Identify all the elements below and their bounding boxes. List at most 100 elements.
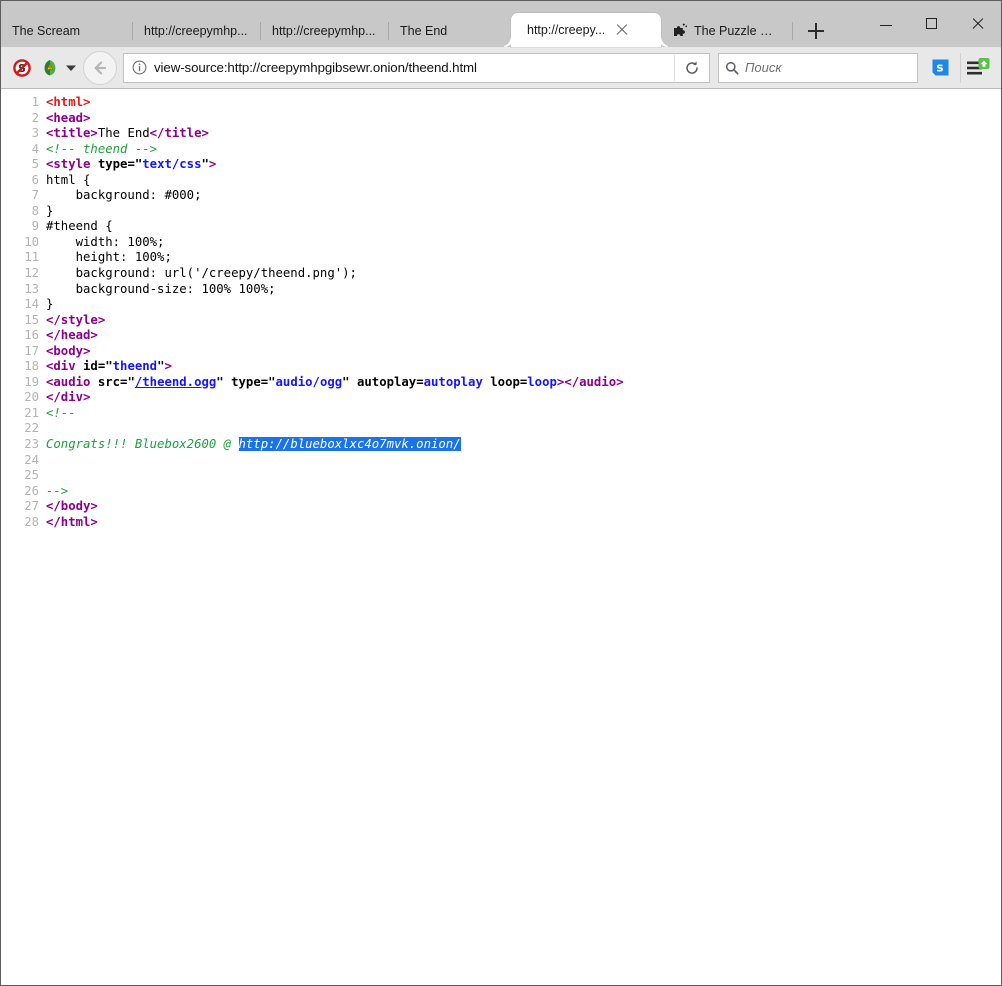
source-token: }	[46, 297, 53, 311]
source-line: 16</head>	[1, 328, 1001, 344]
close-icon[interactable]	[613, 21, 631, 39]
tab-strip: The Scream http://creepymhp... http://cr…	[1, 1, 1001, 47]
tab-creepy-1[interactable]: http://creepymhp...	[133, 15, 261, 47]
source-token: </style>	[46, 313, 105, 327]
tab-label: http://creepymhp...	[144, 24, 248, 38]
source-line: 21<!--	[1, 406, 1001, 422]
url-text[interactable]: view-source:http://creepymhpgibsewr.onio…	[154, 60, 674, 75]
line-number: 2	[1, 111, 46, 127]
source-token: </audio>	[564, 375, 623, 389]
source-token: type=	[98, 157, 135, 171]
source-token	[90, 157, 97, 171]
source-token: type="	[231, 375, 275, 389]
source-line: 5<style type="text/css">	[1, 157, 1001, 173]
source-token: "	[105, 359, 112, 373]
tab-label: The Puzzle Ma...	[694, 24, 782, 38]
search-bar[interactable]: Поиск	[718, 53, 918, 83]
source-line: 11 height: 100%;	[1, 250, 1001, 266]
source-token: theend	[113, 359, 157, 373]
line-number: 15	[1, 313, 46, 329]
source-token: background: url('/creepy/theend.png');	[46, 266, 357, 280]
line-number: 11	[1, 250, 46, 266]
line-number: 9	[1, 219, 46, 235]
source-token: >	[209, 157, 216, 171]
tab-the-end[interactable]: The End	[389, 15, 511, 47]
line-number: 18	[1, 359, 46, 375]
search-icon	[719, 61, 745, 75]
source-line: 7 background: #000;	[1, 188, 1001, 204]
source-token: <!-- theend -->	[46, 142, 157, 156]
line-number: 7	[1, 188, 46, 204]
source-token: <audio	[46, 375, 90, 389]
source-line: 27</body>	[1, 499, 1001, 515]
source-token: <!--	[46, 406, 76, 420]
source-token: id=	[83, 359, 105, 373]
tab-the-scream[interactable]: The Scream	[1, 15, 133, 47]
source-token: >	[164, 359, 171, 373]
line-number: 3	[1, 126, 46, 142]
hamburger-menu-icon[interactable]	[960, 53, 995, 83]
source-line: 13 background-size: 100% 100%;	[1, 282, 1001, 298]
window-controls	[863, 1, 1001, 47]
tab-label: The Scream	[12, 24, 80, 38]
source-line: 4<!-- theend -->	[1, 142, 1001, 158]
source-line: 6html {	[1, 173, 1001, 189]
browser-window: The Scream http://creepymhp... http://cr…	[0, 0, 1002, 986]
source-token	[76, 359, 83, 373]
view-source-content: 1<html>2<head>3<title>The End</title>4<!…	[1, 89, 1001, 985]
source-line: 15</style>	[1, 313, 1001, 329]
source-line: 24	[1, 453, 1001, 469]
chevron-down-icon[interactable]	[63, 53, 79, 83]
tor-onion-icon[interactable]	[37, 53, 63, 83]
source-token: background: #000;	[46, 188, 201, 202]
source-code[interactable]: 1<html>2<head>3<title>The End</title>4<!…	[1, 95, 1001, 530]
url-bar[interactable]: view-source:http://creepymhpgibsewr.onio…	[123, 53, 710, 83]
source-line: 23Congrats!!! Bluebox2600 @ http://blueb…	[1, 437, 1001, 453]
source-line: 22	[1, 421, 1001, 437]
source-token: <body>	[46, 344, 90, 358]
selected-text[interactable]: http://blueboxlxc4o7mvk.onion/	[239, 437, 461, 451]
source-link[interactable]: /theend.ogg	[135, 375, 216, 389]
page-info-icon[interactable]	[124, 60, 154, 75]
source-token: <html>	[46, 95, 90, 109]
line-number: 5	[1, 157, 46, 173]
tab-the-puzzle-master[interactable]: The Puzzle Ma...	[661, 15, 793, 47]
line-number: 27	[1, 499, 46, 515]
noscript-icon[interactable]: S	[7, 53, 37, 83]
line-number: 25	[1, 468, 46, 484]
line-number: 4	[1, 142, 46, 158]
s-extension-icon[interactable]: s	[924, 53, 956, 83]
tab-label: http://creepymhp...	[272, 24, 376, 38]
back-button[interactable]	[83, 51, 117, 85]
source-token: <style	[46, 157, 90, 171]
line-number: 28	[1, 515, 46, 531]
source-token: </body>	[46, 499, 98, 513]
source-line: 3<title>The End</title>	[1, 126, 1001, 142]
minimize-button[interactable]	[863, 9, 909, 39]
line-number: 16	[1, 328, 46, 344]
source-token: width: 100%;	[46, 235, 164, 249]
new-tab-button[interactable]	[801, 15, 831, 47]
source-line: 18<div id="theend">	[1, 359, 1001, 375]
source-token: loop	[527, 375, 557, 389]
line-number: 24	[1, 453, 46, 469]
search-input[interactable]: Поиск	[745, 60, 782, 75]
source-token: background-size: 100% 100%;	[46, 282, 276, 296]
source-line: 2<head>	[1, 111, 1001, 127]
line-number: 6	[1, 173, 46, 189]
maximize-button[interactable]	[909, 9, 955, 39]
close-window-button[interactable]	[955, 9, 1001, 39]
svg-text:s: s	[936, 61, 943, 75]
source-token: -->	[46, 484, 68, 498]
tab-list: The Scream http://creepymhp... http://cr…	[1, 1, 863, 47]
tab-creepy-active[interactable]: http://creepy...	[511, 13, 661, 47]
source-line: 19<audio src="/theend.ogg" type="audio/o…	[1, 375, 1001, 391]
line-number: 12	[1, 266, 46, 282]
source-line: 1<html>	[1, 95, 1001, 111]
reload-icon[interactable]	[674, 55, 709, 81]
source-token: autoplay	[424, 375, 483, 389]
tab-creepy-2[interactable]: http://creepymhp...	[261, 15, 389, 47]
line-number: 20	[1, 390, 46, 406]
source-token: height: 100%;	[46, 250, 172, 264]
tab-label: http://creepy...	[527, 23, 605, 37]
